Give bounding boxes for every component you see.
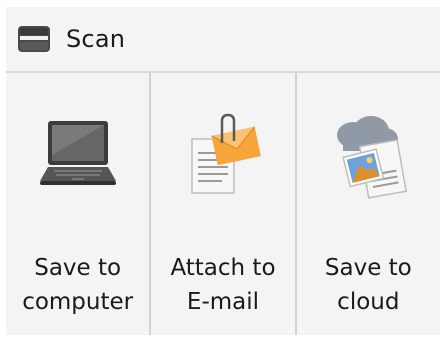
cloud-document-icon — [337, 116, 408, 199]
scan-destination-menu: Save to computer Attach to E-mail Save t… — [6, 73, 440, 335]
attach-to-email-button[interactable]: Attach to E-mail — [149, 73, 294, 335]
envelope-document-icon — [191, 113, 261, 194]
scan-screen: Scan Save to computer Attach to E-mail S… — [6, 7, 440, 335]
save-to-computer-label: Save to computer — [22, 255, 134, 315]
attach-to-email-label: Attach to E-mail — [170, 255, 276, 315]
page-title: Scan — [66, 25, 126, 53]
scanner-icon — [18, 26, 50, 52]
save-to-cloud-button[interactable]: Save to cloud — [294, 73, 440, 335]
screen-header: Scan — [6, 7, 440, 73]
save-to-cloud-label: Save to cloud — [324, 255, 412, 315]
laptop-icon — [39, 121, 116, 185]
save-to-computer-button[interactable]: Save to computer — [6, 73, 149, 335]
